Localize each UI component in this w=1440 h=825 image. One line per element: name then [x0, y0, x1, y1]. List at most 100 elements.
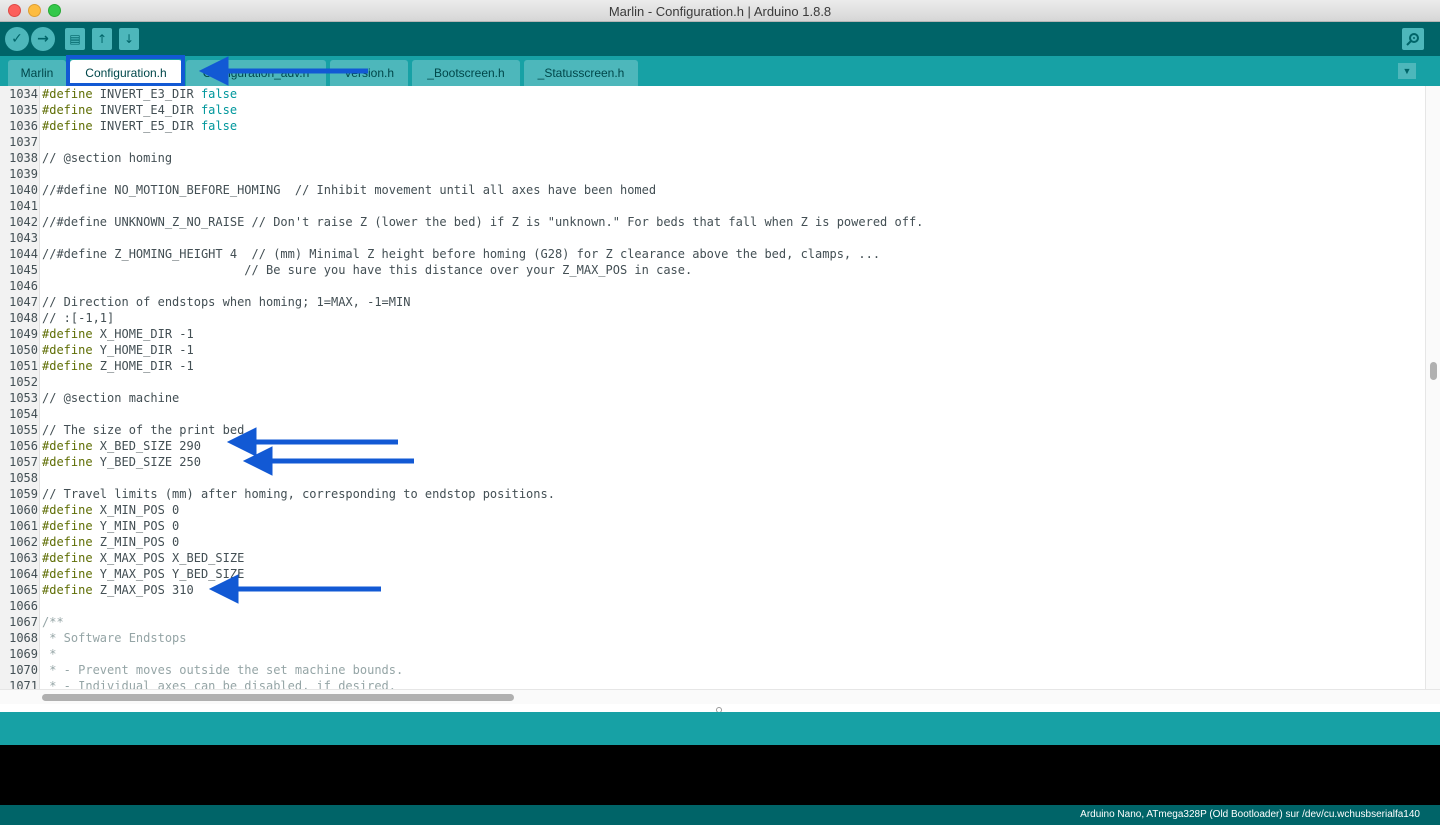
code-line[interactable]: 1068 * Software Endstops: [0, 630, 1424, 646]
status-bar: Arduino Nano, ATmega328P (Old Bootloader…: [0, 805, 1440, 825]
line-number: 1065: [9, 583, 38, 597]
save-sketch-button[interactable]: ↓: [119, 28, 139, 50]
line-number: 1047: [9, 295, 38, 309]
open-sketch-button[interactable]: ↑: [92, 28, 112, 50]
magnifier-icon: [1406, 33, 1419, 46]
upload-button[interactable]: →: [31, 27, 55, 51]
vertical-scroll-thumb[interactable]: [1430, 362, 1437, 380]
code-line[interactable]: 1045 // Be sure you have this distance o…: [0, 262, 1424, 278]
code-line[interactable]: 1054: [0, 406, 1424, 422]
line-number: 1052: [9, 375, 38, 389]
tab-version-h[interactable]: Version.h: [330, 60, 408, 86]
window-title: Marlin - Configuration.h | Arduino 1.8.8: [608, 4, 832, 19]
code-line[interactable]: 1071 * - Individual axes can be disabled…: [0, 678, 1424, 689]
code-editor[interactable]: 1034 #define INVERT_E3_DIR false 1035 #defi…: [0, 86, 1440, 706]
active-tab-highlight-box: [66, 55, 185, 87]
code-line[interactable]: 1066: [0, 598, 1424, 614]
code-line[interactable]: 1038 // @section homing: [0, 150, 1424, 166]
vertical-scrollbar[interactable]: [1425, 86, 1440, 689]
arrow-up-icon: ↑: [96, 32, 108, 46]
line-code: #define INVERT_E5_DIR false: [42, 119, 238, 133]
tab-bar: Marlin Configuration.h Configuration_adv…: [0, 56, 1440, 86]
code-line[interactable]: 1049 #define X_HOME_DIR -1: [0, 326, 1424, 342]
line-code: *: [42, 647, 57, 661]
horizontal-scroll-thumb[interactable]: [42, 694, 514, 701]
tab-statusscreen-h[interactable]: _Statusscreen.h: [524, 60, 638, 86]
code-line[interactable]: 1040 //#define NO_MOTION_BEFORE_HOMING //…: [0, 182, 1424, 198]
code-line[interactable]: 1058: [0, 470, 1424, 486]
code-line[interactable]: 1055 // The size of the print bed: [0, 422, 1424, 438]
line-number: 1053: [9, 391, 38, 405]
code-line[interactable]: 1070 * - Prevent moves outside the set m…: [0, 662, 1424, 678]
tab-label: _Statusscreen.h: [537, 66, 625, 80]
line-number: 1071: [9, 679, 38, 689]
serial-monitor-button[interactable]: [1402, 28, 1424, 50]
code-line[interactable]: 1035 #define INVERT_E4_DIR false: [0, 102, 1424, 118]
line-number: 1037: [9, 135, 38, 149]
code-line[interactable]: 1067 /**: [0, 614, 1424, 630]
code-line[interactable]: 1069 *: [0, 646, 1424, 662]
line-number: 1059: [9, 487, 38, 501]
code-line[interactable]: 1051 #define Z_HOME_DIR -1: [0, 358, 1424, 374]
line-code: // @section homing: [42, 151, 173, 165]
code-line[interactable]: 1052: [0, 374, 1424, 390]
board-port-status: Arduino Nano, ATmega328P (Old Bootloader…: [1080, 809, 1420, 820]
horizontal-scrollbar[interactable]: [0, 689, 1440, 704]
console-output[interactable]: [0, 745, 1440, 805]
line-code: #define Y_MAX_POS Y_BED_SIZE: [42, 567, 245, 581]
line-number: 1068: [9, 631, 38, 645]
code-line[interactable]: 1056 #define X_BED_SIZE 290: [0, 438, 1424, 454]
line-number: 1070: [9, 663, 38, 677]
code-line[interactable]: 1050 #define Y_HOME_DIR -1: [0, 342, 1424, 358]
tab-menu-button[interactable]: ▼: [1398, 63, 1416, 79]
code-line[interactable]: 1061 #define Y_MIN_POS 0: [0, 518, 1424, 534]
line-number: 1036: [9, 119, 38, 133]
line-number: 1043: [9, 231, 38, 245]
line-code: // @section machine: [42, 391, 180, 405]
line-code: #define Z_HOME_DIR -1: [42, 359, 194, 373]
tab-configuration-adv-h[interactable]: Configuration_adv.h: [186, 60, 326, 86]
code-line[interactable]: 1059 // Travel limits (mm) after homing, …: [0, 486, 1424, 502]
tab-marlin[interactable]: Marlin: [8, 60, 66, 86]
tab-bootscreen-h[interactable]: _Bootscreen.h: [412, 60, 520, 86]
code-line[interactable]: 1063 #define X_MAX_POS X_BED_SIZE: [0, 550, 1424, 566]
code-line[interactable]: 1047 // Direction of endstops when homing…: [0, 294, 1424, 310]
code-lines[interactable]: 1034 #define INVERT_E3_DIR false 1035 #defi…: [0, 86, 1424, 689]
code-line[interactable]: 1065 #define Z_MAX_POS 310: [0, 582, 1424, 598]
line-number: 1057: [9, 455, 38, 469]
line-code: /**: [42, 615, 64, 629]
code-line[interactable]: 1057 #define Y_BED_SIZE 250: [0, 454, 1424, 470]
new-sketch-button[interactable]: ▤: [65, 28, 85, 50]
document-icon: ▤: [69, 32, 81, 46]
code-line[interactable]: 1042 //#define UNKNOWN_Z_NO_RAISE // Don'…: [0, 214, 1424, 230]
code-line[interactable]: 1039: [0, 166, 1424, 182]
line-code: * - Individual axes can be disabled, if …: [42, 679, 397, 689]
line-number: 1069: [9, 647, 38, 661]
tab-label: Marlin: [20, 66, 54, 80]
code-line[interactable]: 1037: [0, 134, 1424, 150]
line-number: 1056: [9, 439, 38, 453]
line-number: 1054: [9, 407, 38, 421]
line-number: 1051: [9, 359, 38, 373]
code-line[interactable]: 1062 #define Z_MIN_POS 0: [0, 534, 1424, 550]
line-number: 1058: [9, 471, 38, 485]
line-number: 1035: [9, 103, 38, 117]
code-line[interactable]: 1046: [0, 278, 1424, 294]
line-code: #define X_MIN_POS 0: [42, 503, 180, 517]
code-line[interactable]: 1036 #define INVERT_E5_DIR false: [0, 118, 1424, 134]
code-line[interactable]: 1048 // :[-1,1]: [0, 310, 1424, 326]
code-line[interactable]: 1034 #define INVERT_E3_DIR false: [0, 86, 1424, 102]
line-number: 1034: [9, 87, 38, 101]
code-line[interactable]: 1053 // @section machine: [0, 390, 1424, 406]
triangle-down-icon: ▼: [1402, 66, 1412, 76]
line-code: #define Z_MIN_POS 0: [42, 535, 180, 549]
code-line[interactable]: 1060 #define X_MIN_POS 0: [0, 502, 1424, 518]
verify-button[interactable]: ✓: [5, 27, 29, 51]
tab-label: Version.h: [343, 66, 395, 80]
code-line[interactable]: 1044 //#define Z_HOMING_HEIGHT 4 // (mm) …: [0, 246, 1424, 262]
line-number: 1038: [9, 151, 38, 165]
line-code: #define INVERT_E4_DIR false: [42, 103, 238, 117]
code-line[interactable]: 1064 #define Y_MAX_POS Y_BED_SIZE: [0, 566, 1424, 582]
code-line[interactable]: 1043: [0, 230, 1424, 246]
code-line[interactable]: 1041: [0, 198, 1424, 214]
